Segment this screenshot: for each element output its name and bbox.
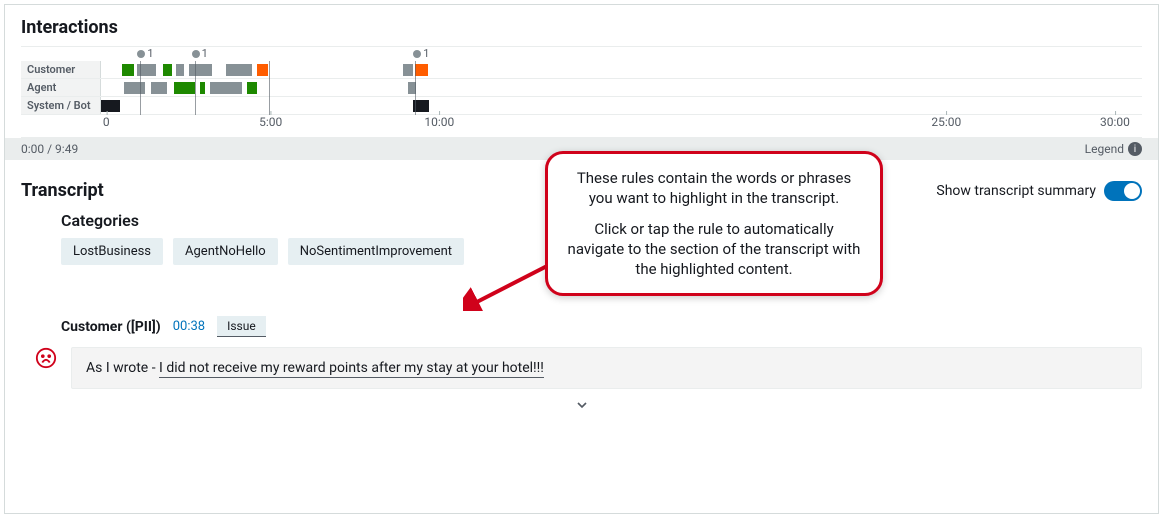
timeline-segment[interactable] — [189, 64, 212, 76]
category-chip[interactable]: AgentNoHello — [173, 238, 278, 265]
timeline-segment[interactable] — [174, 82, 195, 94]
timeline-segment[interactable] — [247, 82, 257, 94]
row-label-system: System / Bot — [21, 97, 101, 114]
timeline-segment[interactable] — [415, 64, 427, 76]
expand-down-chevron-icon[interactable] — [21, 397, 1142, 417]
timeline-marker[interactable]: 1 — [192, 47, 208, 60]
timeline-marker[interactable]: 1 — [413, 47, 429, 60]
annotation-callout: These rules contain the words or phrases… — [545, 151, 883, 296]
annotation-arrow-icon — [463, 261, 553, 311]
entry-speaker: Customer ([PII]) — [61, 319, 161, 335]
info-icon[interactable]: i — [1128, 142, 1142, 156]
axis-tick: 5:00 — [259, 115, 282, 129]
axis-tick: 25:00 — [931, 115, 961, 129]
summary-toggle[interactable] — [1104, 181, 1142, 201]
legend-label[interactable]: Legend — [1085, 142, 1124, 156]
timeline-segment[interactable] — [403, 64, 413, 76]
transcript-title: Transcript — [21, 180, 104, 201]
interactions-title: Interactions — [21, 17, 1142, 38]
timeline-segment[interactable] — [122, 64, 134, 76]
interactions-timeline[interactable]: 1 1 1 Customer Agent System / Bot 0 5:00 10:… — [21, 46, 1142, 138]
frown-icon — [35, 347, 57, 369]
timeline-segment[interactable] — [176, 64, 184, 76]
timeline-segment[interactable] — [210, 82, 241, 94]
timeline-segment[interactable] — [163, 64, 171, 76]
category-chip[interactable]: LostBusiness — [61, 238, 163, 265]
timeline-marker[interactable]: 1 — [137, 47, 153, 60]
timeline-segment[interactable] — [101, 100, 120, 112]
category-chip[interactable]: NoSentimentImprovement — [288, 238, 464, 265]
timeline-segment[interactable] — [200, 82, 205, 94]
row-label-customer: Customer — [21, 61, 101, 78]
entry-timestamp[interactable]: 00:38 — [173, 319, 205, 334]
transcript-entry-text: As I wrote - I did not receive my reward… — [71, 347, 1142, 389]
axis-tick: 30:00 — [1100, 115, 1130, 129]
playback-time: 0:00 / 9:49 — [21, 142, 78, 156]
axis-tick: 10:00 — [424, 115, 454, 129]
entry-issue-tag[interactable]: Issue — [217, 316, 266, 337]
axis-tick: 0 — [103, 115, 110, 129]
row-label-agent: Agent — [21, 79, 101, 96]
timeline-segment[interactable] — [226, 64, 252, 76]
timeline-segment[interactable] — [137, 64, 156, 76]
timeline-segment[interactable] — [408, 82, 416, 94]
timeline-segment[interactable] — [413, 100, 429, 112]
timeline-segment[interactable] — [124, 82, 145, 94]
timeline-segment[interactable] — [257, 64, 267, 76]
summary-toggle-label: Show transcript summary — [936, 183, 1096, 199]
timeline-segment[interactable] — [151, 82, 167, 94]
